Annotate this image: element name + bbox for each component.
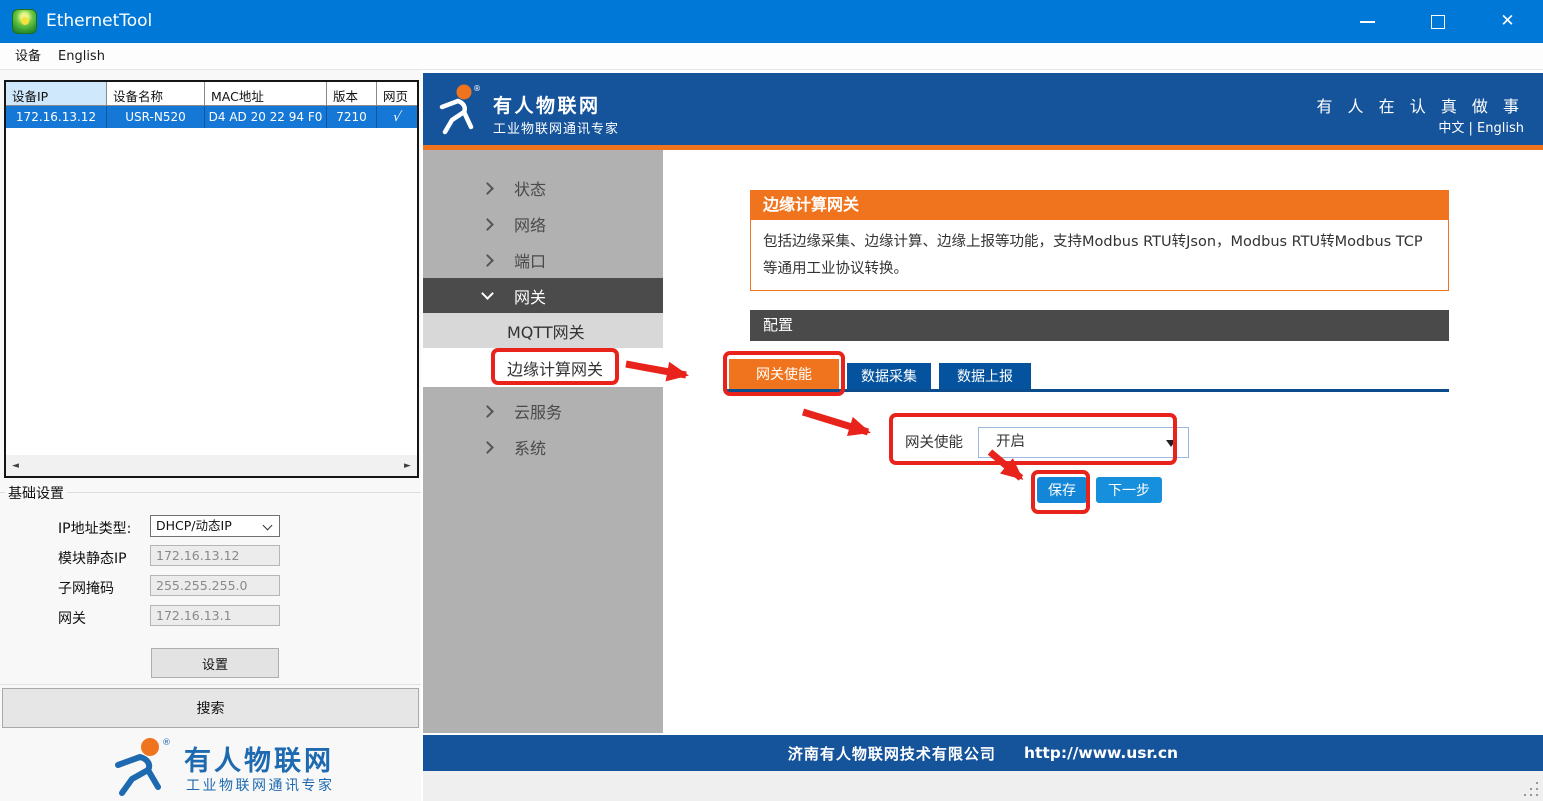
sidebar-item-status[interactable]: 状态 bbox=[423, 174, 663, 202]
col-device-ip[interactable]: 设备IP bbox=[6, 82, 107, 105]
close-icon: ✕ bbox=[1500, 13, 1514, 30]
device-tool-panel: 设备IP 设备名称 MAC地址 版本 网页 172.16.13.12 USR-N… bbox=[0, 70, 421, 801]
menu-device[interactable]: 设备 bbox=[11, 43, 45, 70]
cell-version: 7210 bbox=[327, 106, 377, 128]
sidebar-item-network[interactable]: 网络 bbox=[423, 210, 663, 238]
col-device-name[interactable]: 设备名称 bbox=[107, 82, 205, 105]
chevron-right-icon bbox=[481, 182, 494, 195]
usr-logo: ® 有人物联网 工业物联网通讯专家 bbox=[110, 735, 410, 799]
basic-settings-title: 基础设置 bbox=[5, 483, 67, 503]
sidebar-item-port[interactable]: 端口 bbox=[423, 246, 663, 274]
maximize-button[interactable] bbox=[1414, 0, 1461, 43]
next-button[interactable]: 下一步 bbox=[1096, 477, 1162, 503]
tab-data-report[interactable]: 数据上报 bbox=[939, 363, 1031, 389]
device-list-header: 设备IP 设备名称 MAC地址 版本 网页 bbox=[6, 82, 417, 106]
web-footer: 济南有人物联网技术有限公司 http://www.usr.cn bbox=[423, 735, 1543, 771]
page-description: 包括边缘采集、边缘计算、边缘上报等功能，支持Modbus RTU转Json，Mo… bbox=[750, 220, 1449, 291]
subnet-mask-field[interactable]: 255.255.255.0 bbox=[150, 575, 280, 596]
annotation-box-gateway-enable-tab bbox=[723, 351, 845, 396]
horizontal-scrollbar[interactable]: ◄ ► bbox=[6, 455, 417, 476]
svg-text:®: ® bbox=[162, 738, 171, 748]
maximize-icon bbox=[1431, 15, 1445, 29]
divider bbox=[0, 684, 421, 685]
menu-english[interactable]: English bbox=[54, 43, 109, 70]
scroll-right-icon[interactable]: ► bbox=[398, 455, 417, 476]
sidebar-label: 网关 bbox=[514, 284, 546, 308]
col-mac[interactable]: MAC地址 bbox=[205, 82, 327, 105]
sidebar-item-mqtt-gateway[interactable]: MQTT网关 bbox=[423, 313, 663, 348]
usr-logo-slogan: 工业物联网通讯专家 bbox=[186, 775, 335, 795]
cell-device-ip: 172.16.13.12 bbox=[6, 106, 107, 128]
cell-device-name: USR-N520 bbox=[107, 106, 205, 128]
web-sidebar: 状态 网络 端口 网关 MQTT网关 边缘计算网关 云服务 bbox=[423, 150, 663, 733]
static-ip-label: 模块静态IP bbox=[58, 548, 127, 568]
app-title: EthernetTool bbox=[46, 0, 152, 43]
annotation-box-save-button bbox=[1031, 470, 1090, 514]
web-link-icon: √ bbox=[392, 110, 403, 125]
minimize-icon bbox=[1360, 21, 1375, 23]
subnet-mask-label: 子网掩码 bbox=[58, 578, 114, 598]
footer-url[interactable]: http://www.usr.cn bbox=[1024, 744, 1178, 762]
static-ip-field[interactable]: 172.16.13.12 bbox=[150, 545, 280, 566]
col-web[interactable]: 网页 bbox=[377, 82, 417, 105]
device-row-selected[interactable]: 172.16.13.12 USR-N520 D4 AD 20 22 94 F0 … bbox=[6, 106, 417, 128]
app-background bbox=[423, 771, 1543, 801]
sidebar-label: 网络 bbox=[514, 212, 546, 236]
annotation-box-enable-row bbox=[889, 413, 1177, 465]
chevron-right-icon bbox=[481, 218, 494, 231]
app-window: EthernetTool ✕ 设备 English 设备IP 设备名称 MAC地… bbox=[0, 0, 1543, 801]
titlebar: EthernetTool ✕ bbox=[0, 0, 1543, 43]
ip-type-label: IP地址类型: bbox=[58, 518, 131, 538]
col-version[interactable]: 版本 bbox=[327, 82, 377, 105]
chevron-down-icon bbox=[263, 521, 273, 531]
sidebar-item-system[interactable]: 系统 bbox=[423, 433, 663, 461]
svg-text:®: ® bbox=[473, 84, 480, 93]
annotation-box-edge-gateway bbox=[491, 348, 619, 385]
cell-mac: D4 AD 20 22 94 F0 bbox=[205, 106, 327, 128]
gateway-label: 网关 bbox=[58, 608, 86, 628]
sidebar-label: 端口 bbox=[514, 248, 546, 272]
web-header: ® 有人物联网 工业物联网通讯专家 有 人 在 认 真 做 事 中文 | Eng… bbox=[423, 73, 1543, 145]
language-switch[interactable]: 中文 | English bbox=[1438, 117, 1524, 136]
resize-grip[interactable] bbox=[1524, 782, 1540, 798]
web-brand: 有人物联网 bbox=[493, 91, 601, 118]
cell-web-link[interactable]: √ bbox=[377, 106, 417, 128]
config-section-title: 配置 bbox=[750, 310, 1449, 341]
device-list: 设备IP 设备名称 MAC地址 版本 网页 172.16.13.12 USR-N… bbox=[4, 80, 419, 478]
tab-data-collection[interactable]: 数据采集 bbox=[847, 363, 931, 389]
usr-logo-brand: 有人物联网 bbox=[184, 739, 334, 778]
scroll-left-icon[interactable]: ◄ bbox=[6, 455, 25, 476]
chevron-down-icon bbox=[481, 287, 494, 300]
page-title-banner: 边缘计算网关 bbox=[750, 190, 1449, 220]
search-button[interactable]: 搜索 bbox=[2, 688, 419, 728]
web-slogan: 工业物联网通讯专家 bbox=[493, 118, 619, 137]
footer-company: 济南有人物联网技术有限公司 bbox=[788, 743, 996, 764]
web-logo-figure-icon: ® bbox=[438, 83, 480, 137]
sidebar-item-cloud[interactable]: 云服务 bbox=[423, 397, 663, 425]
sidebar-label: 状态 bbox=[514, 176, 546, 200]
sidebar-label: MQTT网关 bbox=[507, 319, 585, 343]
gateway-field[interactable]: 172.16.13.1 bbox=[150, 605, 280, 626]
chevron-right-icon bbox=[481, 441, 494, 454]
menubar: 设备 English bbox=[0, 43, 1543, 70]
chevron-right-icon bbox=[481, 254, 494, 267]
chevron-right-icon bbox=[481, 405, 494, 418]
sidebar-label: 系统 bbox=[514, 435, 546, 459]
app-icon bbox=[12, 9, 37, 34]
sidebar-label: 云服务 bbox=[514, 399, 562, 423]
ip-type-value: DHCP/动态IP bbox=[156, 518, 232, 533]
ip-type-select[interactable]: DHCP/动态IP bbox=[150, 515, 280, 537]
web-motto: 有 人 在 认 真 做 事 bbox=[1316, 93, 1524, 117]
set-button[interactable]: 设置 bbox=[151, 648, 279, 678]
minimize-button[interactable] bbox=[1344, 0, 1391, 43]
close-button[interactable]: ✕ bbox=[1484, 0, 1531, 43]
sidebar-item-gateway[interactable]: 网关 bbox=[423, 278, 663, 313]
usr-logo-figure-icon: ® bbox=[110, 735, 178, 797]
